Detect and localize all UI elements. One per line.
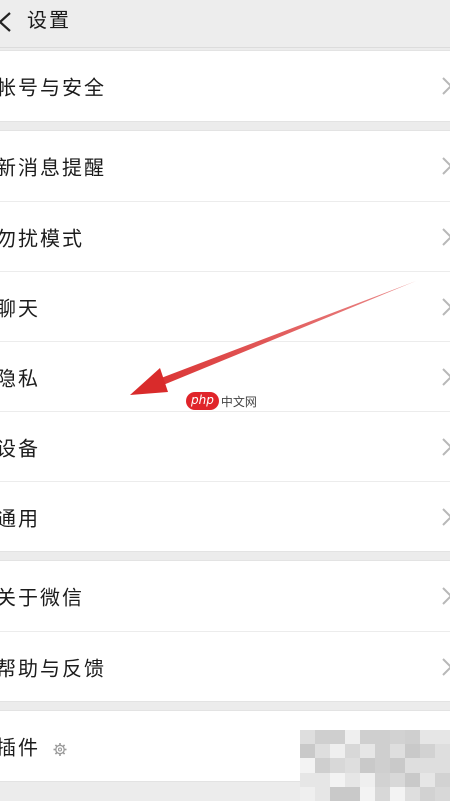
mosaic-tile: [390, 786, 405, 801]
mosaic-tile: [360, 772, 375, 787]
watermark-logo: php: [186, 392, 219, 410]
settings-item-chat[interactable]: 聊天: [0, 271, 450, 341]
settings-group-main: 新消息提醒 勿扰模式 聊天 隐私 设备 通用: [0, 130, 450, 552]
mosaic-tile: [315, 730, 330, 745]
mosaic-tile: [390, 744, 405, 759]
chevron-right-icon: [442, 227, 450, 246]
mosaic-tile: [405, 730, 420, 745]
mosaic-tile: [345, 744, 360, 759]
mosaic-tile: [360, 758, 375, 773]
settings-item-label: 隐私: [0, 366, 40, 390]
mosaic-tile: [300, 786, 315, 801]
chevron-right-icon: [442, 507, 450, 526]
chevron-right-icon: [442, 657, 450, 676]
settings-item-account-security[interactable]: 帐号与安全: [0, 51, 450, 121]
chevron-right-icon: [442, 437, 450, 456]
settings-item-label: 插件: [0, 732, 68, 761]
mosaic-tile: [375, 786, 390, 801]
mosaic-tile: [405, 758, 420, 773]
settings-item-do-not-disturb[interactable]: 勿扰模式: [0, 201, 450, 271]
mosaic-tile: [420, 772, 435, 787]
mosaic-tile: [300, 744, 315, 759]
settings-item-new-message-alerts[interactable]: 新消息提醒: [0, 131, 450, 201]
mosaic-tile: [360, 730, 375, 745]
settings-group-about: 关于微信 帮助与反馈: [0, 560, 450, 702]
pixelated-blur-overlay: [300, 730, 450, 801]
mosaic-tile: [390, 758, 405, 773]
settings-item-label: 关于微信: [0, 585, 84, 610]
gear-icon: [53, 742, 67, 756]
mosaic-tile: [435, 786, 450, 801]
mosaic-tile: [315, 772, 330, 787]
settings-group-account: 帐号与安全: [0, 50, 450, 122]
settings-item-label: 设备: [0, 436, 40, 460]
chevron-right-icon: [442, 297, 450, 316]
page-title: 设置: [27, 8, 71, 32]
back-chevron-icon[interactable]: [0, 10, 16, 34]
mosaic-tile: [300, 772, 315, 787]
mosaic-tile: [330, 744, 345, 759]
settings-item-about-wechat[interactable]: 关于微信: [0, 561, 450, 631]
settings-item-devices[interactable]: 设备: [0, 411, 450, 481]
settings-item-label: 帐号与安全: [0, 75, 106, 100]
settings-item-label: 新消息提醒: [0, 155, 106, 180]
mosaic-tile: [435, 730, 450, 745]
mosaic-tile: [330, 772, 345, 787]
mosaic-tile: [405, 786, 420, 801]
mosaic-tile: [345, 730, 360, 745]
mosaic-tile: [330, 786, 345, 801]
mosaic-tile: [420, 730, 435, 745]
mosaic-tile: [375, 758, 390, 773]
top-bar: 设置: [0, 0, 450, 48]
settings-item-label: 聊天: [0, 296, 40, 320]
mosaic-tile: [435, 758, 450, 773]
mosaic-tile: [420, 744, 435, 759]
mosaic-tile: [435, 744, 450, 759]
mosaic-tile: [300, 730, 315, 745]
mosaic-tile: [375, 744, 390, 759]
mosaic-tile: [360, 744, 375, 759]
watermark: php 中文网: [186, 390, 257, 412]
mosaic-tile: [315, 786, 330, 801]
mosaic-tile: [390, 772, 405, 787]
mosaic-tile: [345, 758, 360, 773]
mosaic-tile: [375, 772, 390, 787]
mosaic-tile: [300, 758, 315, 773]
mosaic-tile: [345, 786, 360, 801]
mosaic-tile: [420, 786, 435, 801]
mosaic-tile: [360, 786, 375, 801]
settings-item-general[interactable]: 通用: [0, 481, 450, 551]
chevron-right-icon: [442, 587, 450, 605]
chevron-right-icon: [442, 157, 450, 175]
chevron-right-icon: [442, 367, 450, 386]
plugins-label: 插件: [0, 735, 40, 760]
settings-item-label: 通用: [0, 506, 40, 530]
settings-item-label: 帮助与反馈: [0, 656, 106, 680]
settings-item-label: 勿扰模式: [0, 226, 84, 250]
mosaic-tile: [315, 744, 330, 759]
mosaic-tile: [420, 758, 435, 773]
mosaic-tile: [405, 744, 420, 759]
mosaic-tile: [330, 730, 345, 745]
mosaic-tile: [345, 772, 360, 787]
chevron-right-icon: [442, 77, 450, 95]
mosaic-tile: [390, 730, 405, 745]
mosaic-tile: [405, 772, 420, 787]
mosaic-tile: [435, 772, 450, 787]
mosaic-tile: [330, 758, 345, 773]
watermark-text: 中文网: [220, 394, 257, 409]
mosaic-tile: [315, 758, 330, 773]
mosaic-tile: [375, 730, 390, 745]
settings-item-help-feedback[interactable]: 帮助与反馈: [0, 631, 450, 701]
